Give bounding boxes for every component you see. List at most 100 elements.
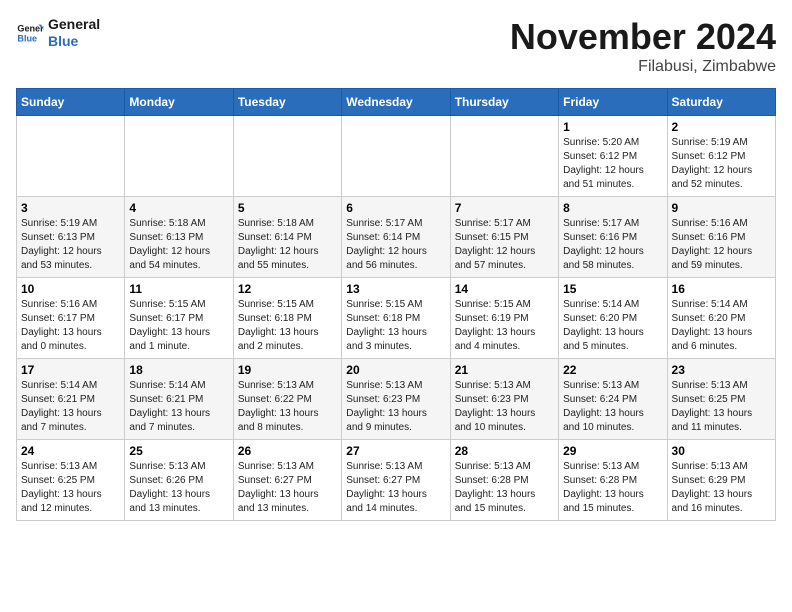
day-number: 29 — [563, 444, 662, 458]
calendar-cell: 2 Sunrise: 5:19 AM Sunset: 6:12 PM Daylig… — [667, 116, 775, 197]
calendar-cell: 8 Sunrise: 5:17 AM Sunset: 6:16 PM Daylig… — [559, 197, 667, 278]
calendar-cell: 28 Sunrise: 5:13 AM Sunset: 6:28 PM Dayli… — [450, 440, 558, 521]
day-number: 1 — [563, 120, 662, 134]
day-info: Sunrise: 5:13 AM Sunset: 6:25 PM Dayligh… — [672, 379, 771, 435]
day-info: Sunrise: 5:13 AM Sunset: 6:27 PM Dayligh… — [346, 460, 445, 516]
calendar-cell: 21 Sunrise: 5:13 AM Sunset: 6:23 PM Dayli… — [450, 359, 558, 440]
day-info: Sunrise: 5:14 AM Sunset: 6:20 PM Dayligh… — [563, 298, 662, 354]
calendar-header-row: SundayMondayTuesdayWednesdayThursdayFrid… — [17, 89, 776, 116]
calendar-cell — [342, 116, 450, 197]
day-number: 9 — [672, 201, 771, 215]
day-info: Sunrise: 5:16 AM Sunset: 6:16 PM Dayligh… — [672, 217, 771, 273]
day-info: Sunrise: 5:16 AM Sunset: 6:17 PM Dayligh… — [21, 298, 120, 354]
logo: General Blue General Blue — [16, 16, 100, 50]
calendar-cell: 23Sunrise: 5:13 AM Sunset: 6:25 PM Dayli… — [667, 359, 775, 440]
day-info: Sunrise: 5:18 AM Sunset: 6:13 PM Dayligh… — [129, 217, 228, 273]
weekday-header: Saturday — [667, 89, 775, 116]
logo-icon: General Blue — [16, 19, 44, 47]
weekday-header: Wednesday — [342, 89, 450, 116]
calendar-cell: 26 Sunrise: 5:13 AM Sunset: 6:27 PM Dayli… — [233, 440, 341, 521]
day-info: Sunrise: 5:13 AM Sunset: 6:27 PM Dayligh… — [238, 460, 337, 516]
title-block: November 2024 Filabusi, Zimbabwe — [510, 16, 776, 76]
calendar-cell — [17, 116, 125, 197]
day-number: 26 — [238, 444, 337, 458]
day-number: 14 — [455, 282, 554, 296]
day-info: Sunrise: 5:15 AM Sunset: 6:18 PM Dayligh… — [238, 298, 337, 354]
day-number: 7 — [455, 201, 554, 215]
calendar-cell: 5 Sunrise: 5:18 AM Sunset: 6:14 PM Daylig… — [233, 197, 341, 278]
day-number: 25 — [129, 444, 228, 458]
calendar-cell: 15 Sunrise: 5:14 AM Sunset: 6:20 PM Dayli… — [559, 278, 667, 359]
calendar-cell — [233, 116, 341, 197]
weekday-header: Tuesday — [233, 89, 341, 116]
calendar-cell: 14 Sunrise: 5:15 AM Sunset: 6:19 PM Dayli… — [450, 278, 558, 359]
day-number: 5 — [238, 201, 337, 215]
weekday-header: Monday — [125, 89, 233, 116]
day-number: 15 — [563, 282, 662, 296]
day-info: Sunrise: 5:20 AM Sunset: 6:12 PM Dayligh… — [563, 136, 662, 192]
svg-text:Blue: Blue — [17, 33, 37, 43]
day-info: Sunrise: 5:17 AM Sunset: 6:14 PM Dayligh… — [346, 217, 445, 273]
calendar-cell: 1 Sunrise: 5:20 AM Sunset: 6:12 PM Daylig… — [559, 116, 667, 197]
day-info: Sunrise: 5:14 AM Sunset: 6:20 PM Dayligh… — [672, 298, 771, 354]
day-info: Sunrise: 5:13 AM Sunset: 6:28 PM Dayligh… — [455, 460, 554, 516]
day-info: Sunrise: 5:13 AM Sunset: 6:24 PM Dayligh… — [563, 379, 662, 435]
calendar-cell: 20 Sunrise: 5:13 AM Sunset: 6:23 PM Dayli… — [342, 359, 450, 440]
calendar-cell: 30 Sunrise: 5:13 AM Sunset: 6:29 PM Dayli… — [667, 440, 775, 521]
calendar-table: SundayMondayTuesdayWednesdayThursdayFrid… — [16, 88, 776, 521]
day-number: 28 — [455, 444, 554, 458]
day-info: Sunrise: 5:19 AM Sunset: 6:12 PM Dayligh… — [672, 136, 771, 192]
day-number: 30 — [672, 444, 771, 458]
calendar-cell: 7Sunrise: 5:17 AM Sunset: 6:15 PM Daylig… — [450, 197, 558, 278]
calendar-week-row: 24 Sunrise: 5:13 AM Sunset: 6:25 PM Dayli… — [17, 440, 776, 521]
calendar-cell: 22Sunrise: 5:13 AM Sunset: 6:24 PM Dayli… — [559, 359, 667, 440]
calendar-cell: 19Sunrise: 5:13 AM Sunset: 6:22 PM Dayli… — [233, 359, 341, 440]
calendar-cell: 6 Sunrise: 5:17 AM Sunset: 6:14 PM Daylig… — [342, 197, 450, 278]
day-info: Sunrise: 5:13 AM Sunset: 6:23 PM Dayligh… — [455, 379, 554, 435]
calendar-cell: 10 Sunrise: 5:16 AM Sunset: 6:17 PM Dayli… — [17, 278, 125, 359]
day-info: Sunrise: 5:13 AM Sunset: 6:29 PM Dayligh… — [672, 460, 771, 516]
calendar-cell: 29Sunrise: 5:13 AM Sunset: 6:28 PM Dayli… — [559, 440, 667, 521]
day-info: Sunrise: 5:13 AM Sunset: 6:23 PM Dayligh… — [346, 379, 445, 435]
calendar-cell: 25Sunrise: 5:13 AM Sunset: 6:26 PM Dayli… — [125, 440, 233, 521]
day-number: 11 — [129, 282, 228, 296]
day-number: 3 — [21, 201, 120, 215]
day-info: Sunrise: 5:15 AM Sunset: 6:17 PM Dayligh… — [129, 298, 228, 354]
weekday-header: Sunday — [17, 89, 125, 116]
day-number: 20 — [346, 363, 445, 377]
logo-general: General — [48, 16, 100, 32]
calendar-cell — [450, 116, 558, 197]
day-info: Sunrise: 5:13 AM Sunset: 6:25 PM Dayligh… — [21, 460, 120, 516]
day-number: 2 — [672, 120, 771, 134]
day-info: Sunrise: 5:14 AM Sunset: 6:21 PM Dayligh… — [129, 379, 228, 435]
calendar-cell: 16 Sunrise: 5:14 AM Sunset: 6:20 PM Dayli… — [667, 278, 775, 359]
day-number: 6 — [346, 201, 445, 215]
calendar-week-row: 17 Sunrise: 5:14 AM Sunset: 6:21 PM Dayli… — [17, 359, 776, 440]
day-info: Sunrise: 5:17 AM Sunset: 6:16 PM Dayligh… — [563, 217, 662, 273]
calendar-cell: 13Sunrise: 5:15 AM Sunset: 6:18 PM Dayli… — [342, 278, 450, 359]
day-number: 17 — [21, 363, 120, 377]
day-info: Sunrise: 5:19 AM Sunset: 6:13 PM Dayligh… — [21, 217, 120, 273]
calendar-week-row: 3 Sunrise: 5:19 AM Sunset: 6:13 PM Daylig… — [17, 197, 776, 278]
calendar-cell: 18 Sunrise: 5:14 AM Sunset: 6:21 PM Dayli… — [125, 359, 233, 440]
day-number: 24 — [21, 444, 120, 458]
calendar-cell: 4 Sunrise: 5:18 AM Sunset: 6:13 PM Daylig… — [125, 197, 233, 278]
day-number: 27 — [346, 444, 445, 458]
calendar-cell: 17Sunrise: 5:14 AM Sunset: 6:21 PM Dayli… — [17, 359, 125, 440]
calendar-cell: 11 Sunrise: 5:15 AM Sunset: 6:17 PM Dayli… — [125, 278, 233, 359]
day-number: 8 — [563, 201, 662, 215]
calendar-cell: 12 Sunrise: 5:15 AM Sunset: 6:18 PM Dayli… — [233, 278, 341, 359]
day-number: 12 — [238, 282, 337, 296]
day-number: 16 — [672, 282, 771, 296]
day-number: 4 — [129, 201, 228, 215]
day-number: 18 — [129, 363, 228, 377]
page-header: General Blue General Blue November 2024 … — [16, 16, 776, 76]
day-info: Sunrise: 5:18 AM Sunset: 6:14 PM Dayligh… — [238, 217, 337, 273]
day-info: Sunrise: 5:15 AM Sunset: 6:19 PM Dayligh… — [455, 298, 554, 354]
calendar-cell — [125, 116, 233, 197]
calendar-week-row: 1 Sunrise: 5:20 AM Sunset: 6:12 PM Daylig… — [17, 116, 776, 197]
day-number: 10 — [21, 282, 120, 296]
day-number: 21 — [455, 363, 554, 377]
calendar-cell: 24 Sunrise: 5:13 AM Sunset: 6:25 PM Dayli… — [17, 440, 125, 521]
day-number: 19 — [238, 363, 337, 377]
